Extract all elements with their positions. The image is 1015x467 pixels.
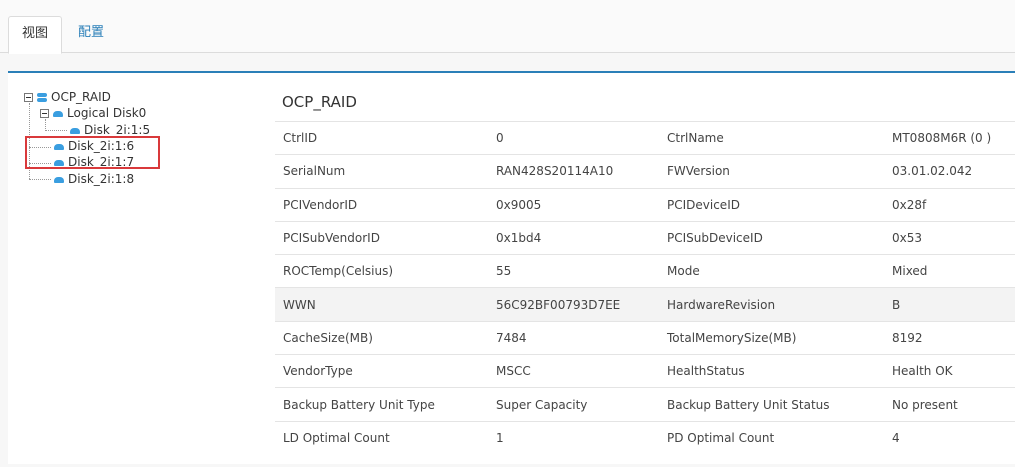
property-name: TotalMemorySize(MB) [659,320,884,355]
property-name: SerialNum [275,154,488,189]
tree-node-label[interactable]: Disk_2i:1:5 [84,123,150,137]
table-row: PCISubVendorID 0x1bd4 PCISubDeviceID 0x53 [275,220,1015,255]
property-name: CtrlID [275,120,488,155]
property-name: FWVersion [659,154,884,189]
property-value: 03.01.02.042 [884,154,1015,189]
detail-title: OCP_RAID [282,93,357,111]
table-row: ROCTemp(Celsius) 55 Mode Mixed [275,254,1015,288]
logical-disk-icon [53,110,63,117]
property-name: PCIVendorID [275,187,488,222]
property-value: 0 [488,120,659,155]
raid-controller-icon [37,93,47,102]
property-value: B [884,287,1015,322]
property-value: Super Capacity [488,387,659,422]
table-row: CacheSize(MB) 7484 TotalMemorySize(MB) 8192 [275,320,1015,355]
collapse-icon[interactable] [24,93,33,102]
property-value: 55 [488,254,659,288]
table-row: WWN 56C92BF00793D7EE HardwareRevision B [275,287,1015,322]
property-value: RAN428S20114A10 [488,154,659,189]
property-value: No present [884,387,1015,422]
property-value: 4 [884,420,1015,454]
tab-view[interactable]: 视图 [8,16,62,54]
property-name: PCISubVendorID [275,220,488,255]
property-value: 56C92BF00793D7EE [488,287,659,322]
highlight-annotation [25,136,160,169]
table-row: LD Optimal Count 1 PD Optimal Count 4 [275,420,1015,454]
property-value: MT0808M6R (0 ) [884,120,1015,155]
table-row: Backup Battery Unit Type Super Capacity Ba… [275,387,1015,422]
property-value: Health OK [884,354,1015,388]
property-name: ROCTemp(Celsius) [275,254,488,288]
property-name: Backup Battery Unit Status [659,387,884,422]
table-row: VendorType MSCC HealthStatus Health OK [275,354,1015,388]
property-name: VendorType [275,354,488,388]
device-tree: OCP_RAID Logical Disk0 Disk_2i:1:5 Disk_… [8,73,268,463]
tree-node-label[interactable]: Logical Disk0 [67,106,146,120]
tab-config[interactable]: 配置 [64,16,118,54]
properties-table: CtrlID 0 CtrlName MT0808M6R (0 ) SerialNum RA… [275,120,1015,454]
property-name: HealthStatus [659,354,884,388]
tree-node-logical-disk[interactable]: Logical Disk0 [40,105,146,121]
property-name: PCIDeviceID [659,187,884,222]
property-value: 0x9005 [488,187,659,222]
table-row: CtrlID 0 CtrlName MT0808M6R (0 ) [275,120,1015,155]
property-value: 0x53 [884,220,1015,255]
property-value: 7484 [488,320,659,355]
tree-node-raid[interactable]: OCP_RAID [24,89,111,105]
tree-line [45,130,67,131]
property-value: MSCC [488,354,659,388]
property-value: 0x28f [884,187,1015,222]
property-name: LD Optimal Count [275,420,488,454]
tree-node-disk[interactable]: Disk_2i:1:8 [54,171,134,187]
property-name: Backup Battery Unit Type [275,387,488,422]
tree-node-label[interactable]: OCP_RAID [51,90,111,104]
property-name: WWN [275,287,488,322]
property-name: HardwareRevision [659,287,884,322]
property-value: 8192 [884,320,1015,355]
property-value: Mixed [884,254,1015,288]
main-panel: OCP_RAID Logical Disk0 Disk_2i:1:5 Disk_… [8,71,1015,464]
property-name: CtrlName [659,120,884,155]
property-value: 1 [488,420,659,454]
table-row: PCIVendorID 0x9005 PCIDeviceID 0x28f [275,187,1015,222]
collapse-icon[interactable] [40,109,49,118]
tree-line [29,179,51,180]
property-name: CacheSize(MB) [275,320,488,355]
property-name: PD Optimal Count [659,420,884,454]
tab-bar: 视图 配置 [0,0,1015,54]
disk-icon [54,176,64,183]
property-name: Mode [659,254,884,288]
property-name: PCISubDeviceID [659,220,884,255]
property-value: 0x1bd4 [488,220,659,255]
table-row: SerialNum RAN428S20114A10 FWVersion 03.01.0… [275,154,1015,189]
disk-icon [70,127,80,134]
tree-node-label[interactable]: Disk_2i:1:8 [68,172,134,186]
